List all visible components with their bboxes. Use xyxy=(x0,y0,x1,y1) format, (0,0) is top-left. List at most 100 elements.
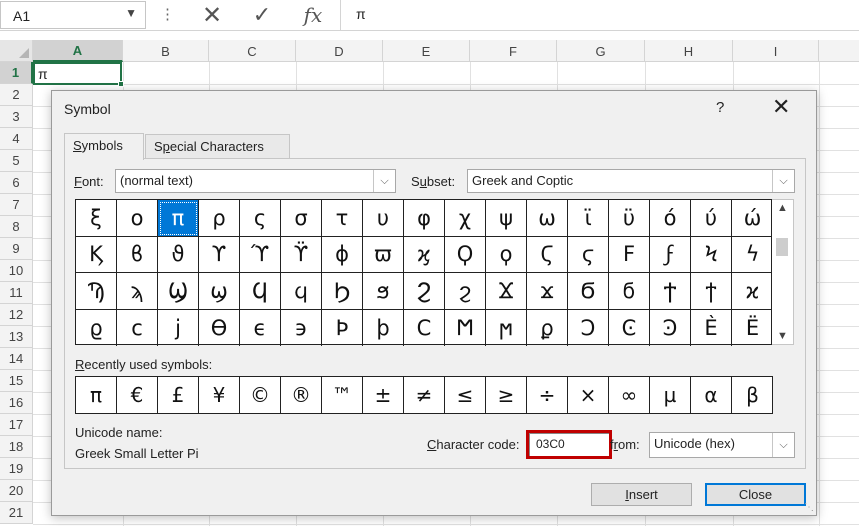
row-header-20[interactable]: 20 xyxy=(0,480,33,502)
symbol-cell[interactable]: Ϗ xyxy=(76,236,117,273)
recent-symbol-cell[interactable]: ≤ xyxy=(445,377,486,413)
close-button[interactable]: Close xyxy=(705,483,806,506)
symbol-cell[interactable]: ϑ xyxy=(158,236,199,273)
row-header-1[interactable]: 1 xyxy=(0,62,33,84)
scroll-down-icon[interactable]: ▼ xyxy=(777,330,788,342)
symbol-cell[interactable]: ϴ xyxy=(199,309,240,346)
symbol-cell[interactable]: ϰ xyxy=(732,273,773,310)
cancel-icon[interactable]: ✕ xyxy=(195,0,229,30)
symbol-cell[interactable]: ρ xyxy=(199,200,240,237)
scroll-thumb[interactable] xyxy=(776,238,788,256)
symbol-cell[interactable]: Ϟ xyxy=(691,236,732,273)
from-dropdown[interactable]: Unicode (hex) ⌵ xyxy=(649,432,795,458)
symbol-cell[interactable]: ϙ xyxy=(486,236,527,273)
symbol-cell[interactable]: ϡ xyxy=(117,273,158,310)
symbol-cell[interactable]: Ё xyxy=(732,310,773,347)
recent-symbol-cell[interactable]: ∞ xyxy=(609,377,650,413)
symbol-cell[interactable]: Ϝ xyxy=(609,236,650,273)
row-header-5[interactable]: 5 xyxy=(0,150,33,172)
symbol-cell[interactable]: Ϲ xyxy=(404,309,445,346)
symbol-cell[interactable]: ς xyxy=(240,200,281,237)
recent-symbol-cell[interactable]: ¥ xyxy=(199,377,240,413)
symbol-cell[interactable]: ϐ xyxy=(117,236,158,273)
row-header-16[interactable]: 16 xyxy=(0,392,33,414)
recent-symbol-cell[interactable]: ± xyxy=(363,377,404,413)
symbol-cell[interactable]: υ xyxy=(363,200,404,237)
symbol-cell[interactable]: ϭ xyxy=(609,273,650,310)
row-header-17[interactable]: 17 xyxy=(0,414,33,436)
select-all-corner[interactable] xyxy=(0,40,33,62)
symbol-cell[interactable]: ϣ xyxy=(199,273,240,310)
symbol-grid-scrollbar[interactable]: ▲ ▼ xyxy=(772,199,794,345)
column-header-a[interactable]: A xyxy=(33,40,123,62)
symbol-cell[interactable]: ϋ xyxy=(609,200,650,237)
resize-grip-icon[interactable]: ⋱ xyxy=(804,502,814,513)
symbol-cell[interactable]: ϶ xyxy=(281,309,322,346)
symbol-cell[interactable]: ϻ xyxy=(486,309,527,346)
chevron-down-icon[interactable]: ⌵ xyxy=(772,433,794,457)
symbol-cell[interactable]: Ϡ xyxy=(76,273,117,310)
symbol-cell[interactable]: ϔ xyxy=(281,236,322,273)
subset-dropdown[interactable]: Greek and Coptic ⌵ xyxy=(467,169,795,193)
symbol-cell[interactable]: τ xyxy=(322,200,363,237)
recent-symbol-cell[interactable]: µ xyxy=(650,377,691,413)
symbol-cell[interactable]: ϖ xyxy=(363,236,404,273)
row-header-3[interactable]: 3 xyxy=(0,106,33,128)
symbol-cell[interactable]: ϕ xyxy=(322,236,363,273)
symbol-cell[interactable]: ϲ xyxy=(117,309,158,346)
row-header-13[interactable]: 13 xyxy=(0,326,33,348)
symbol-cell[interactable]: ϧ xyxy=(363,273,404,310)
name-box[interactable]: A1 ▼ xyxy=(0,1,146,29)
symbol-cell[interactable]: ω xyxy=(527,200,568,237)
symbol-cell[interactable]: ϓ xyxy=(240,236,281,273)
symbol-cell[interactable]: Ͻ xyxy=(568,309,609,346)
column-header-c[interactable]: C xyxy=(209,40,296,62)
symbol-cell[interactable]: Ϸ xyxy=(322,309,363,346)
symbol-cell[interactable]: ϼ xyxy=(527,309,568,346)
font-dropdown[interactable]: (normal text) ⌵ xyxy=(115,169,396,193)
symbol-cell[interactable]: Ϩ xyxy=(404,273,445,310)
symbol-cell[interactable]: ξ xyxy=(76,200,117,237)
symbol-cell[interactable]: ϟ xyxy=(732,237,773,273)
recent-symbol-cell[interactable]: ÷ xyxy=(527,377,568,413)
recent-symbol-cell[interactable]: £ xyxy=(158,377,199,413)
row-header-11[interactable]: 11 xyxy=(0,282,33,304)
row-header-14[interactable]: 14 xyxy=(0,348,33,370)
column-header-g[interactable]: G xyxy=(557,40,645,62)
recent-symbol-cell[interactable]: © xyxy=(240,377,281,413)
name-box-dropdown-icon[interactable]: ▼ xyxy=(125,6,137,20)
row-header-10[interactable]: 10 xyxy=(0,260,33,282)
recent-symbol-cell[interactable]: € xyxy=(117,377,158,413)
symbol-cell[interactable]: ϸ xyxy=(363,309,404,346)
symbol-cell[interactable]: Ϻ xyxy=(445,309,486,346)
symbol-cell[interactable]: Ϙ xyxy=(445,236,486,273)
row-header-8[interactable]: 8 xyxy=(0,216,33,238)
row-header-18[interactable]: 18 xyxy=(0,436,33,458)
symbol-cell[interactable]: ώ xyxy=(732,200,773,237)
column-header-h[interactable]: H xyxy=(645,40,733,62)
symbol-cell[interactable]: Ϭ xyxy=(568,273,609,310)
symbol-cell[interactable]: ύ xyxy=(691,200,732,237)
row-header-12[interactable]: 12 xyxy=(0,304,33,326)
symbol-cell[interactable]: ϩ xyxy=(445,273,486,310)
symbol-cell[interactable]: π xyxy=(158,200,199,237)
symbol-cell[interactable]: ϝ xyxy=(650,236,691,273)
formula-bar-grip-icon[interactable]: ⋮ xyxy=(160,5,175,23)
scroll-up-icon[interactable]: ▲ xyxy=(777,202,788,214)
symbol-cell[interactable]: Ϣ xyxy=(158,273,199,310)
row-header-19[interactable]: 19 xyxy=(0,458,33,480)
insert-function-icon[interactable]: fx xyxy=(296,0,330,30)
recent-symbol-cell[interactable]: ≥ xyxy=(486,377,527,413)
symbol-cell[interactable]: ϛ xyxy=(568,236,609,273)
chevron-down-icon[interactable]: ⌵ xyxy=(772,170,794,192)
formula-input[interactable]: π xyxy=(356,6,366,22)
row-header-15[interactable]: 15 xyxy=(0,370,33,392)
column-header-b[interactable]: B xyxy=(123,40,209,62)
row-header-4[interactable]: 4 xyxy=(0,128,33,150)
symbol-cell[interactable]: σ xyxy=(281,200,322,237)
recent-symbol-cell[interactable]: × xyxy=(568,377,609,413)
column-header-d[interactable]: D xyxy=(296,40,383,62)
symbol-cell[interactable]: ϊ xyxy=(568,200,609,237)
symbol-cell[interactable]: Ѐ xyxy=(691,309,732,346)
recent-symbol-cell[interactable]: ™ xyxy=(322,377,363,413)
